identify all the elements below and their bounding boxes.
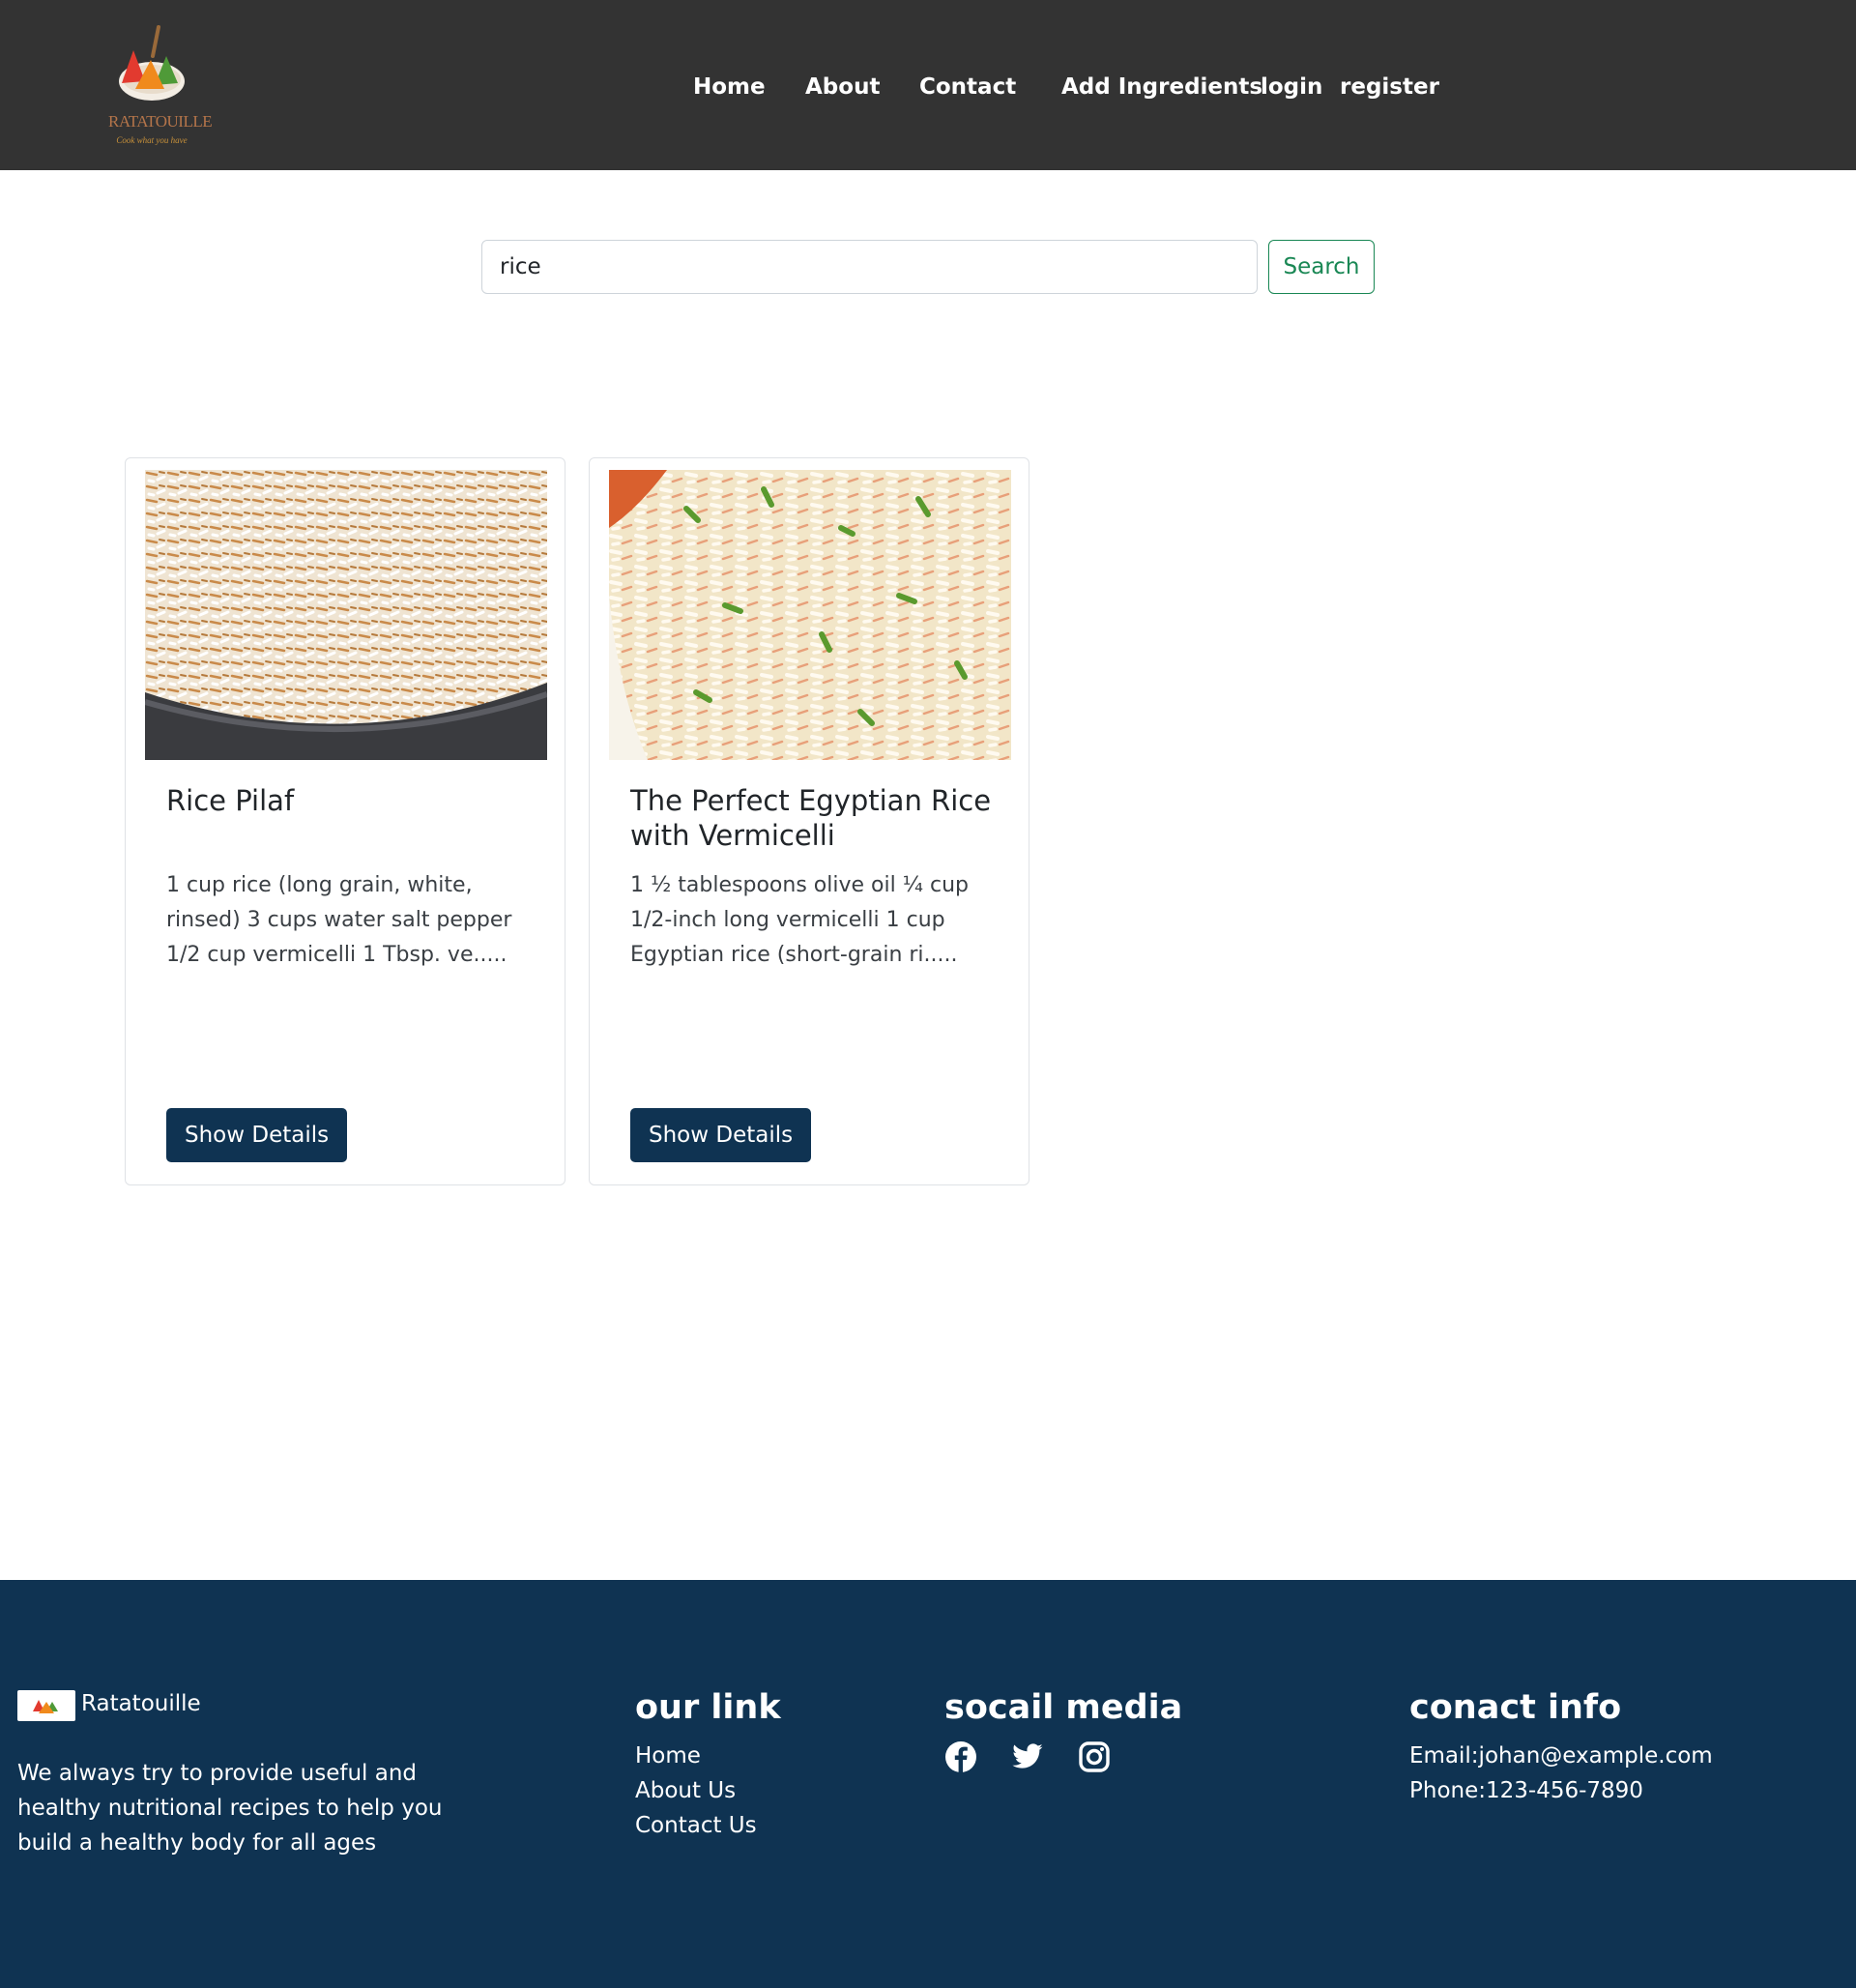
nav-add-ingredients[interactable]: Add Ingredients — [1061, 72, 1262, 102]
footer: Ratatouille We always try to provide use… — [0, 1580, 1856, 1988]
recipe-title: Rice Pilaf — [166, 784, 295, 817]
recipe-card: Rice Pilaf 1 cup rice (long grain, white… — [125, 457, 566, 1185]
nav-home[interactable]: Home — [693, 72, 766, 102]
recipe-excerpt: 1 cup rice (long grain, white, rinsed) 3… — [166, 873, 512, 967]
logo-icon — [119, 25, 185, 101]
nav-contact[interactable]: Contact — [919, 72, 1016, 102]
footer-description: We always try to provide useful and heal… — [17, 1761, 443, 1856]
search-button[interactable]: Search — [1268, 240, 1375, 294]
logo-tagline: Cook what you have — [116, 135, 188, 145]
footer-link-about[interactable]: About Us — [635, 1773, 736, 1808]
nav-register[interactable]: register — [1340, 72, 1439, 102]
facebook-icon[interactable] — [944, 1740, 977, 1773]
contact-email: Email:johan@example.com — [1409, 1743, 1713, 1769]
footer-brand: Ratatouille — [81, 1691, 201, 1716]
nav-about[interactable]: About — [805, 72, 880, 102]
footer-link-home[interactable]: Home — [635, 1739, 701, 1773]
search-input[interactable] — [481, 240, 1258, 294]
site-logo[interactable]: RATATOUILLE Cook what you have — [108, 21, 213, 151]
footer-logo-icon — [33, 1700, 58, 1713]
contact-phone: Phone:123-456-7890 — [1409, 1778, 1643, 1803]
logo-text: RATATOUILLE — [108, 112, 213, 131]
recipe-image-egyptian-rice — [609, 470, 1011, 760]
recipe-title: The Perfect Egyptian Rice with Vermicell… — [630, 784, 992, 852]
navbar: RATATOUILLE Cook what you have Home Abou… — [0, 0, 1856, 170]
recipe-excerpt: 1 ½ tablespoons olive oil ¼ cup 1/2-inch… — [630, 873, 970, 967]
footer-link-contact[interactable]: Contact Us — [635, 1808, 757, 1843]
instagram-icon[interactable] — [1078, 1740, 1111, 1773]
recipe-image-rice-pilaf — [145, 470, 547, 760]
twitter-icon[interactable] — [1011, 1740, 1044, 1773]
footer-social-heading: socail media — [944, 1688, 1183, 1727]
show-details-button[interactable]: Show Details — [166, 1108, 348, 1162]
show-details-button[interactable]: Show Details — [630, 1108, 812, 1162]
recipe-card: The Perfect Egyptian Rice with Vermicell… — [589, 457, 1030, 1185]
nav-login[interactable]: login — [1261, 72, 1322, 102]
footer-logo — [17, 1690, 75, 1721]
footer-contact-heading: conact info — [1409, 1688, 1622, 1727]
footer-links-heading: our link — [635, 1688, 781, 1727]
